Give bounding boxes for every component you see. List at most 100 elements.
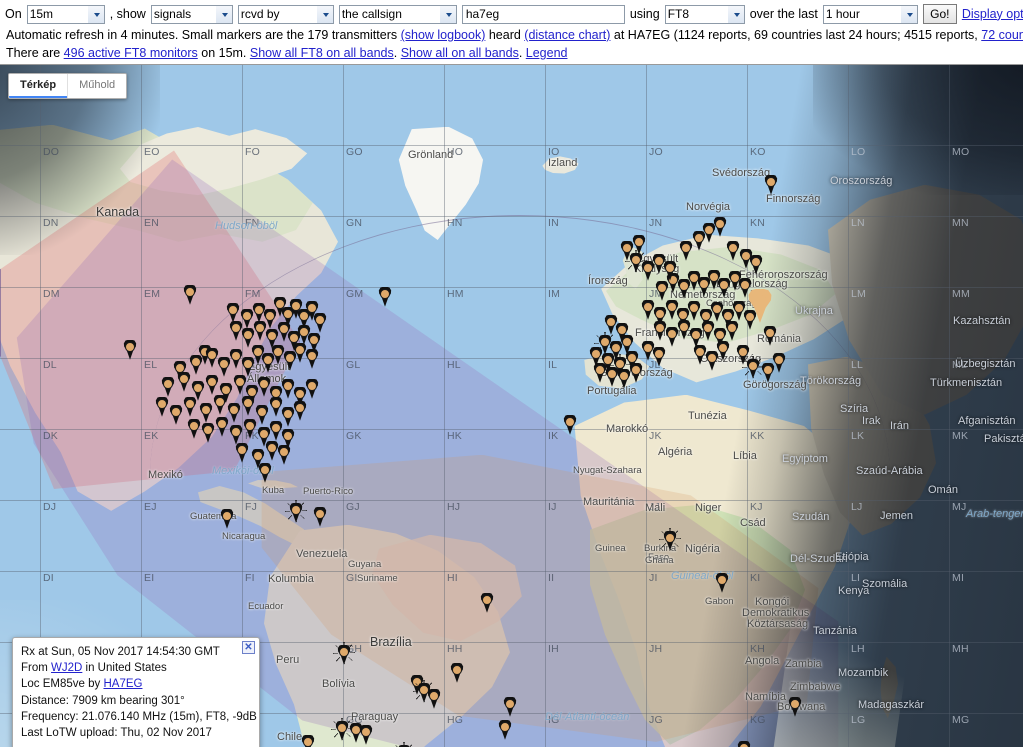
transmitter-marker[interactable] xyxy=(378,286,392,307)
transmitter-marker[interactable] xyxy=(155,396,169,417)
transmitter-marker[interactable] xyxy=(199,402,213,423)
transmitter-marker[interactable] xyxy=(737,740,751,747)
transmitter-marker[interactable] xyxy=(229,424,243,445)
map-type-terkep[interactable]: Térkép xyxy=(9,73,68,98)
transmitter-marker[interactable] xyxy=(716,340,730,361)
map-type-control[interactable]: Térkép Műhold xyxy=(8,72,128,99)
transmitter-marker[interactable] xyxy=(313,506,327,527)
query-toolbar: On 15m20m40m80m10mall bands , show signa… xyxy=(0,0,1023,62)
map-pin-dot xyxy=(452,664,462,675)
transmitter-marker[interactable] xyxy=(713,216,727,237)
map-pin-dot xyxy=(203,424,213,435)
transmitter-marker[interactable] xyxy=(663,530,677,551)
transmitter-marker[interactable] xyxy=(335,720,349,741)
transmitter-marker[interactable] xyxy=(220,508,234,529)
transmitter-marker[interactable] xyxy=(183,284,197,305)
transmitter-marker[interactable] xyxy=(289,502,303,523)
transmitter-marker[interactable] xyxy=(359,724,373,745)
transmitter-marker[interactable] xyxy=(563,414,577,435)
map-pin-dot xyxy=(171,406,181,417)
world-map[interactable]: DODNDMDLDKDJDIDHDGEOENEMELEKEJEIEHEGFOFN… xyxy=(0,63,1023,747)
transmitter-marker[interactable] xyxy=(715,572,729,593)
what-select[interactable]: the callsignthe gridthe country xyxy=(338,4,457,24)
transmitter-marker[interactable] xyxy=(213,394,227,415)
legend-link[interactable]: Legend xyxy=(526,46,568,60)
map-pin-dot xyxy=(339,646,349,657)
transmitter-marker[interactable] xyxy=(169,404,183,425)
map-pin-dot xyxy=(309,334,319,345)
transmitter-marker[interactable] xyxy=(788,696,802,717)
transmitter-marker[interactable] xyxy=(480,592,494,613)
map-pin-dot xyxy=(243,397,253,408)
map-pin-dot xyxy=(273,346,283,357)
map-pin-dot xyxy=(295,388,305,399)
transmitter-marker[interactable] xyxy=(161,376,175,397)
show-all-ft8-link[interactable]: Show all FT8 on all bands xyxy=(250,46,394,60)
show-select[interactable]: signalsmonitors xyxy=(150,4,233,24)
transmitter-marker[interactable] xyxy=(726,240,740,261)
transmitter-marker[interactable] xyxy=(183,396,197,417)
map-pin-dot xyxy=(207,349,217,360)
from-callsign-link[interactable]: WJ2D xyxy=(51,662,82,674)
transmitter-marker[interactable] xyxy=(205,374,219,395)
transmitter-marker[interactable] xyxy=(255,404,269,425)
transmitter-marker[interactable] xyxy=(305,378,319,399)
band-select[interactable]: 15m20m40m80m10mall bands xyxy=(26,4,105,24)
transmitter-marker[interactable] xyxy=(725,320,739,341)
transmitter-marker[interactable] xyxy=(764,174,778,195)
map-type-muhold[interactable]: Műhold xyxy=(67,73,127,98)
map-pin-dot xyxy=(654,348,664,359)
close-icon[interactable]: ✕ xyxy=(242,640,255,654)
rx-callsign-link[interactable]: HA7EG xyxy=(103,678,142,690)
status-line-2: There are 496 active FT8 monitors on 15m… xyxy=(2,45,1021,62)
receiver-marker[interactable] xyxy=(747,288,773,323)
callsign-input[interactable] xyxy=(461,4,625,24)
direction-select[interactable]: rcvd bysent bysent/rcvd by xyxy=(237,4,334,24)
transmitter-marker[interactable] xyxy=(243,418,257,439)
map-pin-dot xyxy=(228,304,238,315)
show-all-bands-link[interactable]: Show all on all bands xyxy=(401,46,519,60)
transmitter-marker[interactable] xyxy=(632,234,646,255)
transmitter-marker[interactable] xyxy=(123,339,137,360)
transmitter-marker[interactable] xyxy=(177,371,191,392)
transmitter-marker[interactable] xyxy=(258,462,272,483)
map-pin-dot xyxy=(738,346,748,357)
transmitter-marker[interactable] xyxy=(663,260,677,281)
period-select[interactable]: 15 minutes1 hour3 hours24 hours xyxy=(822,4,918,24)
transmitter-marker[interactable] xyxy=(201,422,215,443)
distance-chart-link[interactable]: (distance chart) xyxy=(524,28,610,42)
transmitter-marker[interactable] xyxy=(629,362,643,383)
transmitter-marker[interactable] xyxy=(301,734,315,747)
active-monitors-link[interactable]: 496 active FT8 monitors xyxy=(64,46,198,60)
countries-link[interactable]: 72 countries xyxy=(981,28,1023,42)
marker-info-window[interactable]: ✕ Rx at Sun, 05 Nov 2017 14:54:30 GMT Fr… xyxy=(12,636,260,747)
infowin-lotw-line: Last LoTW upload: Thu, 02 Nov 2017 xyxy=(21,727,212,740)
transmitter-marker[interactable] xyxy=(293,400,307,421)
transmitter-marker[interactable] xyxy=(498,719,512,740)
display-options-link[interactable]: Display options xyxy=(962,6,1023,23)
transmitter-marker[interactable] xyxy=(763,325,777,346)
transmitter-marker[interactable] xyxy=(215,416,229,437)
transmitter-marker[interactable] xyxy=(189,354,203,375)
transmitter-marker[interactable] xyxy=(226,302,240,323)
show-logbook-link[interactable]: (show logbook) xyxy=(401,28,486,42)
transmitter-marker[interactable] xyxy=(305,348,319,369)
transmitter-marker[interactable] xyxy=(427,688,441,709)
transmitter-marker[interactable] xyxy=(450,662,464,683)
transmitter-marker[interactable] xyxy=(679,240,693,261)
transmitter-marker[interactable] xyxy=(235,442,249,463)
transmitter-marker[interactable] xyxy=(277,444,291,465)
mode-select[interactable]: FT8JT65JT9PSK31All modes xyxy=(664,4,745,24)
transmitter-marker[interactable] xyxy=(227,402,241,423)
transmitter-marker[interactable] xyxy=(736,344,750,365)
transmitter-marker[interactable] xyxy=(749,254,763,275)
transmitter-marker[interactable] xyxy=(241,395,255,416)
transmitter-marker[interactable] xyxy=(337,644,351,665)
transmitter-marker[interactable] xyxy=(187,418,201,439)
infowin-loc-line: Loc EM85ve by HA7EG xyxy=(21,676,251,692)
map-pin-dot xyxy=(766,176,776,187)
go-button[interactable]: Go! xyxy=(922,4,957,24)
transmitter-marker[interactable] xyxy=(503,696,517,717)
transmitter-marker[interactable] xyxy=(652,346,666,367)
transmitter-marker[interactable] xyxy=(313,312,327,333)
